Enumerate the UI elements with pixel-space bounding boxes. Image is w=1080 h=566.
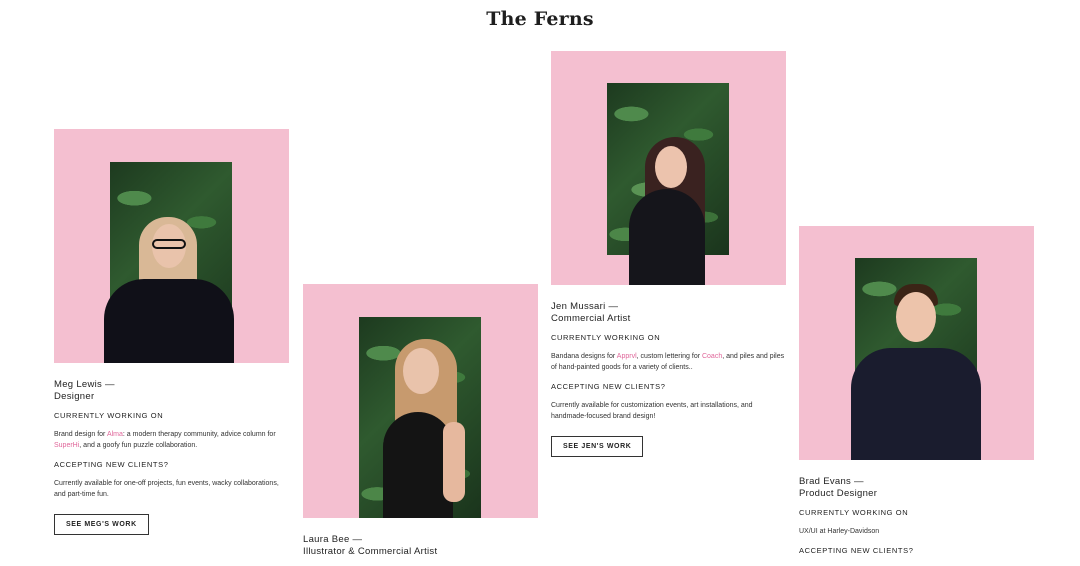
working-on-text: UX/UI at Harley-Davidson — [799, 528, 880, 535]
working-on-label: CURRENTLY WORKING ON — [799, 508, 909, 517]
member-photo — [799, 226, 1034, 460]
member-name: Meg Lewis — Designer — [54, 379, 115, 402]
text-segment: , and a goofy fun puzzle collaboration. — [79, 442, 198, 449]
team-member-card-jen: Jen Mussari — Commercial Artist CURRENTL… — [551, 51, 786, 457]
face-shape — [655, 146, 687, 188]
see-jens-work-button[interactable]: SEE JEN'S WORK — [551, 436, 644, 457]
member-name: Laura Bee — Illustrator & Commercial Art… — [303, 534, 438, 557]
accepting-clients-label: ACCEPTING NEW CLIENTS? — [799, 546, 914, 555]
working-on-text: Brand design for Alma: a modern therapy … — [54, 429, 289, 451]
superhi-link[interactable]: SuperHi — [54, 442, 79, 449]
coach-link[interactable]: Coach — [702, 353, 722, 360]
text-segment: Brand design for — [54, 431, 107, 438]
availability-text: Currently available for one-off projects… — [54, 480, 279, 498]
text-segment: , custom lettering for — [636, 353, 702, 360]
alma-link[interactable]: Alma — [107, 431, 123, 438]
glasses-shape — [152, 239, 186, 249]
member-name: Jen Mussari — Commercial Artist — [551, 301, 631, 324]
page-title: The Ferns — [486, 8, 594, 30]
jacket-shape — [629, 189, 705, 285]
accepting-clients-label: ACCEPTING NEW CLIENTS? — [551, 382, 666, 391]
team-member-card-laura: Laura Bee — Illustrator & Commercial Art… — [303, 284, 538, 557]
face-shape — [403, 348, 439, 394]
apprvl-link[interactable]: Apprvl — [617, 353, 637, 360]
accepting-clients-label: ACCEPTING NEW CLIENTS? — [54, 460, 169, 469]
member-photo — [54, 129, 289, 363]
face-shape — [896, 292, 936, 342]
member-photo — [551, 51, 786, 285]
working-on-label: CURRENTLY WORKING ON — [54, 411, 164, 420]
shirt-shape — [104, 279, 234, 363]
team-member-card-brad: Brad Evans — Product Designer CURRENTLY … — [799, 226, 1034, 555]
member-photo — [303, 284, 538, 518]
availability-text: Currently available for customization ev… — [551, 402, 753, 420]
sweater-shape — [851, 348, 981, 460]
see-megs-work-button[interactable]: SEE MEG'S WORK — [54, 514, 149, 535]
text-segment: : a modern therapy community, advice col… — [122, 431, 276, 438]
member-name: Brad Evans — Product Designer — [799, 476, 878, 499]
working-on-text: Bandana designs for Apprvl, custom lette… — [551, 351, 786, 373]
working-on-label: CURRENTLY WORKING ON — [551, 333, 661, 342]
arm-shape — [443, 422, 465, 502]
text-segment: Bandana designs for — [551, 353, 617, 360]
team-member-card-meg: Meg Lewis — Designer CURRENTLY WORKING O… — [54, 129, 289, 535]
